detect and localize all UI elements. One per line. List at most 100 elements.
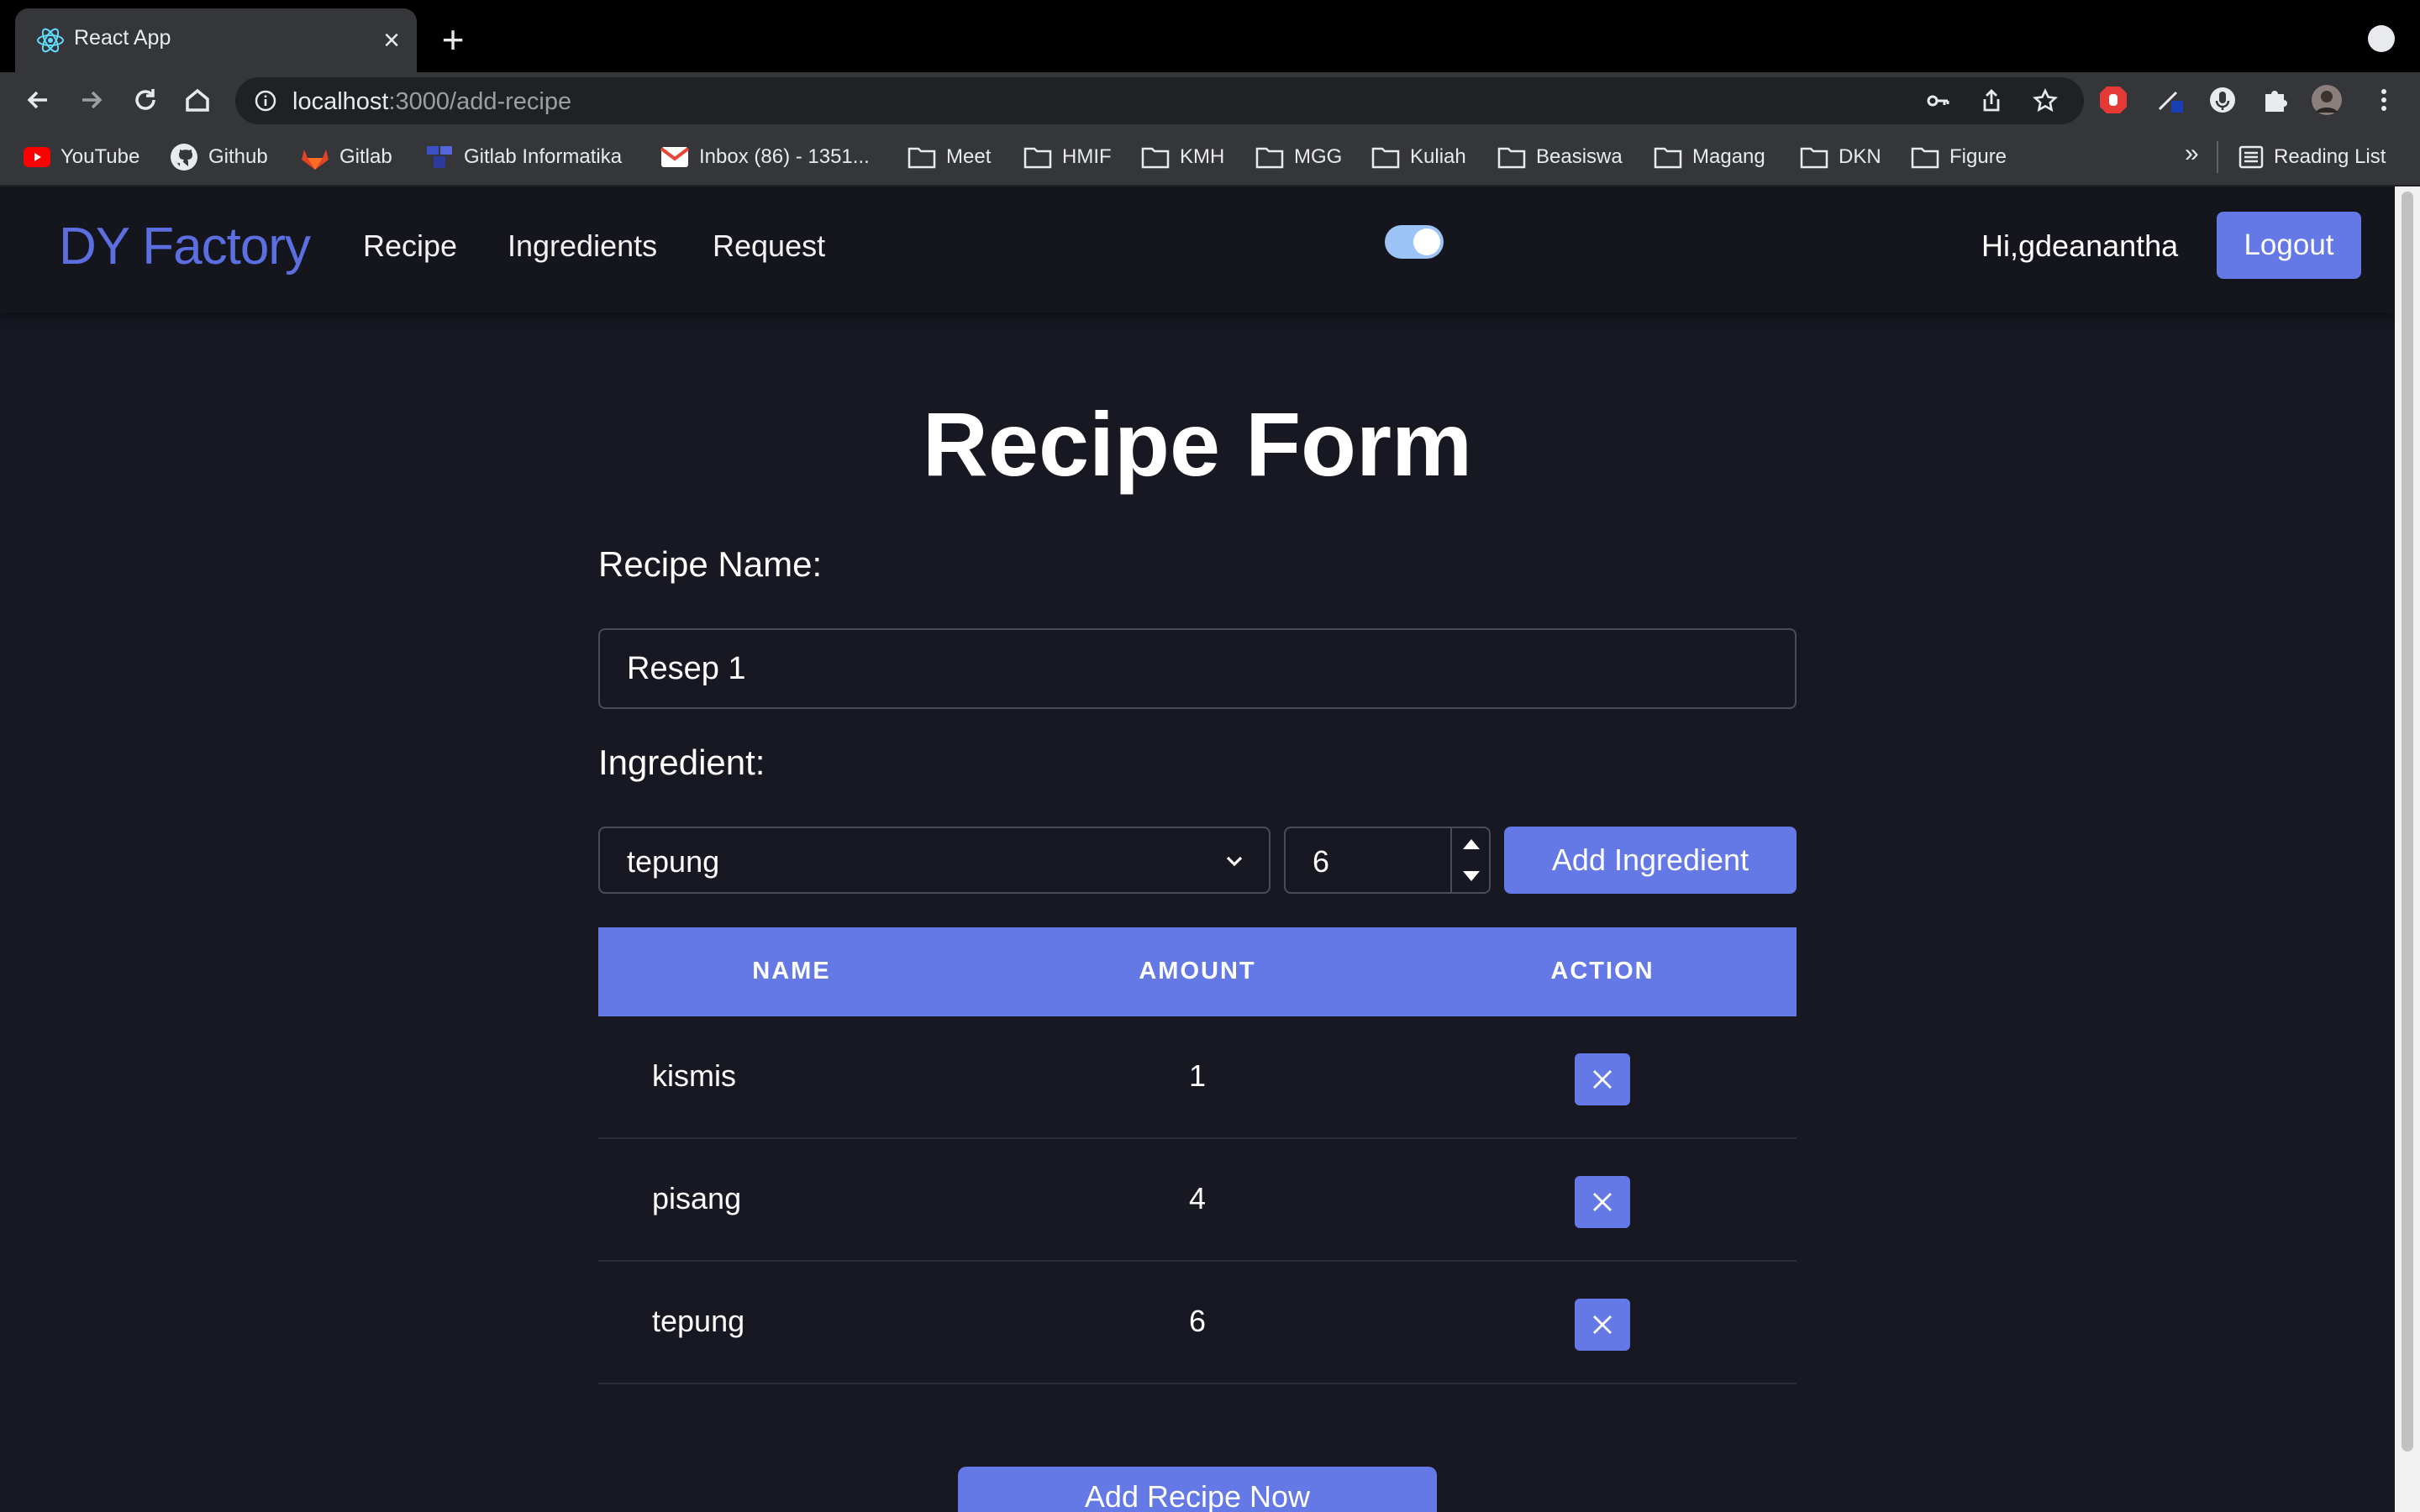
column-header-amount: AMOUNT bbox=[1139, 958, 1256, 984]
color-picker-extension-icon[interactable] bbox=[2154, 84, 2186, 116]
bookmark-label: DKN bbox=[1839, 145, 1881, 168]
home-icon[interactable] bbox=[180, 82, 215, 118]
ingredient-label: Ingredient: bbox=[598, 743, 765, 782]
bookmark-folder-meet[interactable]: Meet bbox=[908, 141, 991, 173]
bookmark-folder-magang[interactable]: Magang bbox=[1654, 141, 1765, 173]
back-icon[interactable] bbox=[20, 82, 55, 118]
site-info-icon[interactable] bbox=[254, 89, 277, 113]
close-icon bbox=[1593, 1193, 1612, 1211]
logout-button[interactable]: Logout bbox=[2217, 212, 2361, 279]
bookmark-label: Kuliah bbox=[1410, 145, 1466, 168]
folder-icon bbox=[1497, 147, 1526, 169]
brand-logo[interactable]: DY Factory bbox=[59, 217, 311, 276]
table-row: kismis 1 bbox=[598, 1016, 1797, 1139]
mic-extension-icon[interactable] bbox=[2207, 84, 2238, 116]
tab-close-icon[interactable]: × bbox=[375, 24, 408, 57]
bookmarks-divider bbox=[2217, 141, 2218, 173]
bookmark-folder-hmif[interactable]: HMIF bbox=[1023, 141, 1112, 173]
bookmark-label: Figure bbox=[1949, 145, 2007, 168]
profile-avatar[interactable] bbox=[2311, 84, 2343, 116]
bookmark-label: Beasiswa bbox=[1536, 145, 1623, 168]
ingredient-amount-cell: 6 bbox=[1188, 1304, 1207, 1338]
bookmark-folder-dkn[interactable]: DKN bbox=[1800, 141, 1881, 173]
reading-list-button[interactable]: Reading List bbox=[2238, 141, 2386, 173]
recipe-name-input[interactable] bbox=[598, 628, 1797, 709]
scrollbar-thumb[interactable] bbox=[2402, 192, 2413, 1452]
recipe-name-label: Recipe Name: bbox=[598, 544, 823, 584]
share-icon[interactable] bbox=[1978, 87, 2005, 114]
bookmark-folder-figure[interactable]: Figure bbox=[1911, 141, 2007, 173]
bookmark-label: KMH bbox=[1180, 145, 1225, 168]
close-icon bbox=[1593, 1315, 1612, 1334]
nav-link-ingredients[interactable]: Ingredients bbox=[508, 228, 657, 264]
amount-stepper bbox=[1450, 828, 1491, 892]
add-ingredient-button[interactable]: Add Ingredient bbox=[1504, 827, 1797, 894]
delete-ingredient-button[interactable] bbox=[1575, 1299, 1630, 1351]
bookmark-label: YouTube bbox=[60, 145, 140, 168]
extensions-puzzle-icon[interactable] bbox=[2259, 84, 2291, 116]
url-text: localhost:3000/add-recipe bbox=[292, 88, 571, 116]
browser-menu-icon[interactable] bbox=[2368, 84, 2400, 116]
bookmarks-bar: YouTube Github Gitlab Gitlab Informatika… bbox=[0, 128, 2420, 186]
table-row: pisang 4 bbox=[598, 1139, 1797, 1262]
gmail-icon bbox=[660, 147, 689, 167]
folder-icon bbox=[1654, 147, 1682, 169]
bookmark-gmail[interactable]: Inbox (86) - 1351... bbox=[660, 141, 870, 173]
reload-icon[interactable] bbox=[128, 82, 163, 118]
bookmark-gitlab-informatika[interactable]: Gitlab Informatika bbox=[425, 141, 622, 173]
adblock-extension-icon[interactable] bbox=[2097, 84, 2129, 116]
new-tab-icon[interactable]: + bbox=[435, 20, 471, 59]
add-recipe-button[interactable]: Add Recipe Now bbox=[958, 1467, 1437, 1512]
amount-input[interactable]: 6 bbox=[1284, 827, 1491, 894]
stepper-down-icon[interactable] bbox=[1452, 860, 1491, 892]
page-scrollbar[interactable] bbox=[2395, 186, 2420, 1512]
ingredient-select-value: tepung bbox=[627, 844, 720, 879]
tab-search-icon[interactable] bbox=[2368, 25, 2395, 52]
folder-icon bbox=[1371, 147, 1400, 169]
forward-icon[interactable] bbox=[74, 82, 109, 118]
star-icon[interactable] bbox=[2032, 87, 2059, 114]
bookmark-folder-mgg[interactable]: MGG bbox=[1255, 141, 1342, 173]
bookmark-github[interactable]: Github bbox=[170, 141, 268, 173]
bookmark-label: Inbox (86) - 1351... bbox=[699, 145, 870, 168]
amount-value: 6 bbox=[1313, 844, 1330, 879]
bookmark-label: Github bbox=[208, 145, 268, 168]
bookmark-folder-kuliah[interactable]: Kuliah bbox=[1371, 141, 1466, 173]
nav-link-request[interactable]: Request bbox=[713, 228, 825, 264]
theme-toggle[interactable] bbox=[1385, 225, 1444, 259]
bookmarks-overflow-icon[interactable]: » bbox=[2185, 139, 2199, 168]
table-row: tepung 6 bbox=[598, 1262, 1797, 1384]
delete-ingredient-button[interactable] bbox=[1575, 1176, 1630, 1228]
bookmark-gitlab[interactable]: Gitlab bbox=[301, 141, 392, 173]
chevron-down-icon bbox=[1226, 856, 1243, 867]
ingredients-table: NAME AMOUNT ACTION kismis 1 pisang 4 tep… bbox=[598, 927, 1797, 1384]
browser-toolbar: localhost:3000/add-recipe bbox=[0, 72, 2420, 128]
bookmark-label: Meet bbox=[946, 145, 992, 168]
stepper-up-icon[interactable] bbox=[1452, 828, 1491, 860]
app-navbar: DY Factory Recipe Ingredients Request Hi… bbox=[0, 186, 2395, 312]
folder-icon bbox=[908, 147, 936, 169]
ingredient-name-cell: tepung bbox=[652, 1304, 745, 1338]
gitlab-icon bbox=[302, 150, 329, 170]
folder-icon bbox=[1141, 147, 1170, 169]
browser-tab[interactable]: React App × bbox=[15, 8, 417, 72]
bookmark-folder-kmh[interactable]: KMH bbox=[1141, 141, 1224, 173]
ingredient-select[interactable]: tepung bbox=[598, 827, 1270, 894]
bookmark-youtube[interactable]: YouTube bbox=[24, 141, 139, 173]
bookmark-label: HMIF bbox=[1062, 145, 1112, 168]
ingredient-amount-cell: 1 bbox=[1188, 1058, 1207, 1093]
bookmark-label: MGG bbox=[1294, 145, 1343, 168]
folder-icon bbox=[1023, 147, 1052, 169]
toggle-knob bbox=[1413, 228, 1440, 255]
bookmark-folder-beasiswa[interactable]: Beasiswa bbox=[1497, 141, 1623, 173]
folder-icon bbox=[1911, 147, 1939, 169]
delete-ingredient-button[interactable] bbox=[1575, 1053, 1630, 1105]
youtube-icon bbox=[24, 147, 50, 167]
bookmark-label: Gitlab bbox=[339, 145, 392, 168]
key-icon[interactable] bbox=[1924, 87, 1951, 114]
address-bar[interactable]: localhost:3000/add-recipe bbox=[235, 77, 2084, 124]
folder-icon bbox=[1255, 147, 1284, 169]
url-host: localhost bbox=[292, 88, 389, 115]
nav-link-recipe[interactable]: Recipe bbox=[363, 228, 457, 264]
column-header-name: NAME bbox=[752, 958, 831, 984]
